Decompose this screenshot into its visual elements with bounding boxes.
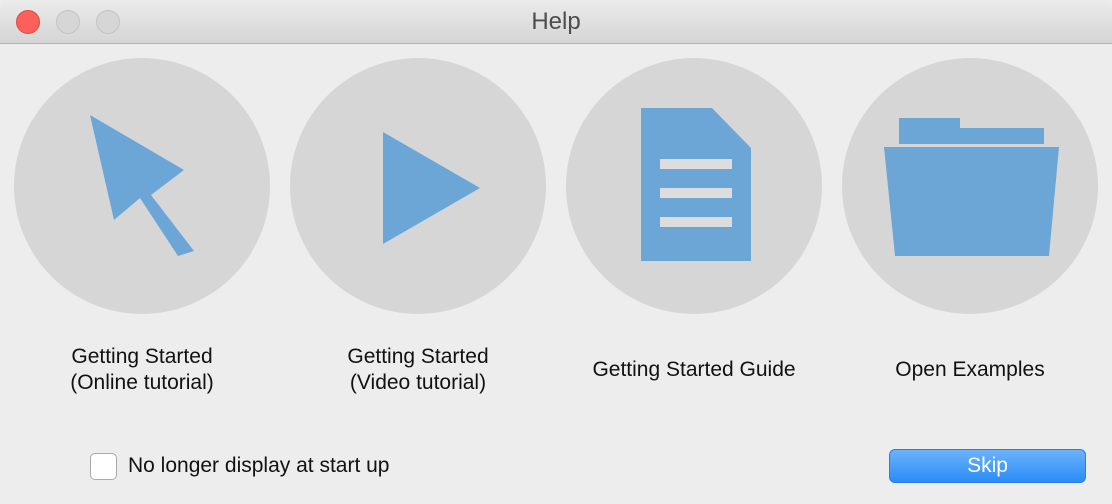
option-label-line: (Video tutorial) xyxy=(349,371,487,394)
option-label-line: Getting Started Guide xyxy=(592,358,796,381)
option-examples-label[interactable]: Open Examples xyxy=(822,342,1112,398)
option-video-tutorial[interactable]: Getting Started (Video tutorial) xyxy=(290,58,546,403)
no-longer-display-checkbox[interactable] xyxy=(90,452,117,480)
option-video-tutorial-label[interactable]: Getting Started (Video tutorial) xyxy=(270,342,566,398)
document-icon xyxy=(641,108,751,261)
option-guide-circle[interactable] xyxy=(566,58,822,314)
option-examples-circle[interactable] xyxy=(842,58,1098,314)
option-label-line: (Online tutorial) xyxy=(70,371,214,394)
option-label-line: Getting Started xyxy=(71,345,213,368)
option-online-tutorial-label[interactable]: Getting Started (Online tutorial) xyxy=(0,342,290,398)
no-longer-display-row[interactable]: No longer display at start up xyxy=(90,451,389,481)
option-label-line: Open Examples xyxy=(895,358,1045,381)
option-online-tutorial-circle[interactable] xyxy=(14,58,270,314)
option-video-tutorial-circle[interactable] xyxy=(290,58,546,314)
cursor-arrow-icon xyxy=(90,115,194,256)
folder-icon xyxy=(884,118,1059,256)
help-window: Help Getting Started (Online tutorial) G… xyxy=(0,0,1112,504)
play-icon xyxy=(383,132,480,244)
title-bar[interactable]: Help xyxy=(0,0,1112,44)
option-guide-label[interactable]: Getting Started Guide xyxy=(546,342,842,398)
window-title: Help xyxy=(531,8,581,35)
option-open-examples[interactable]: Open Examples xyxy=(842,58,1098,403)
skip-button[interactable]: Skip xyxy=(889,449,1086,483)
option-label-line: Getting Started xyxy=(347,345,489,368)
option-online-tutorial[interactable]: Getting Started (Online tutorial) xyxy=(14,58,270,403)
option-getting-started-guide[interactable]: Getting Started Guide xyxy=(566,58,822,403)
no-longer-display-label[interactable]: No longer display at start up xyxy=(128,454,389,478)
